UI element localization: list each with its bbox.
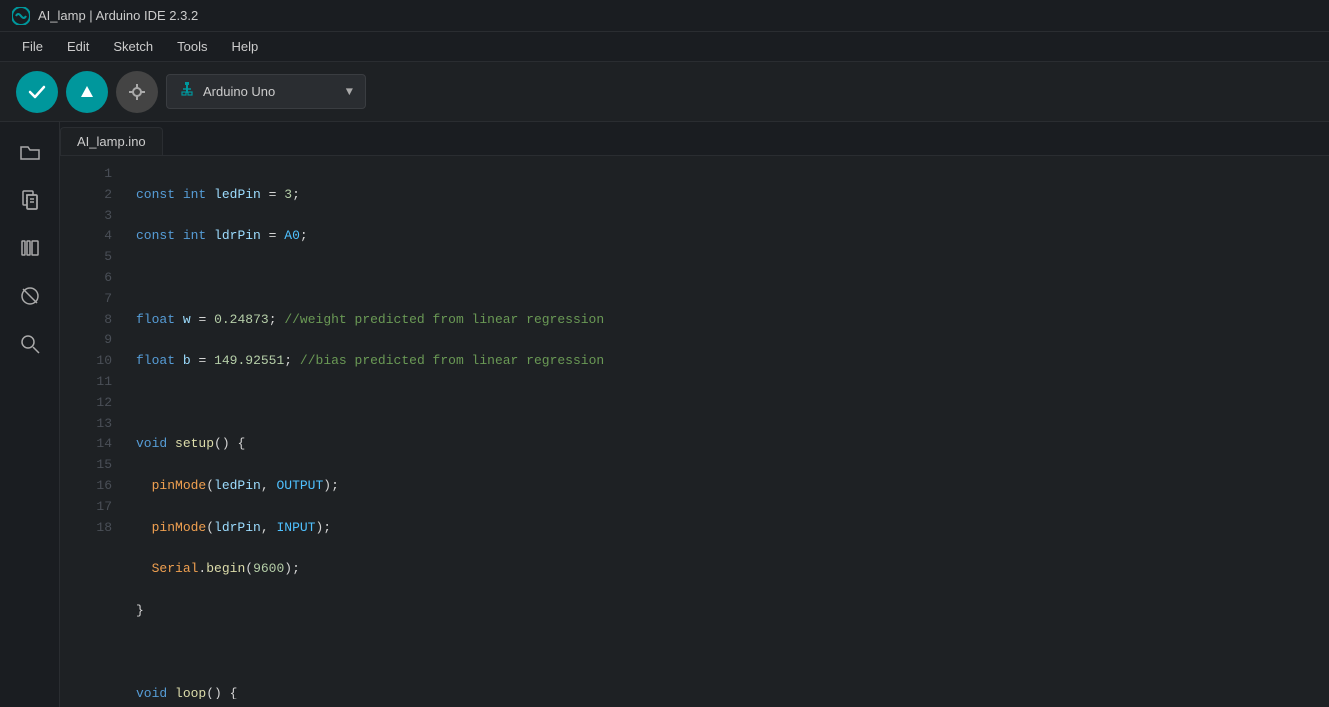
code-editor[interactable]: 1 2 3 4 5 6 7 8 9 10 11 12 13 14 15 16 1… [60, 156, 1329, 707]
sidebar [0, 122, 60, 707]
board-selector[interactable]: Arduino Uno ▼ [166, 74, 366, 109]
sidebar-files-icon[interactable] [12, 182, 48, 218]
menu-edit[interactable]: Edit [57, 35, 99, 58]
board-name: Arduino Uno [203, 84, 338, 99]
line-numbers: 1 2 3 4 5 6 7 8 9 10 11 12 13 14 15 16 1… [60, 164, 120, 699]
chevron-down-icon: ▼ [346, 85, 353, 99]
menu-help[interactable]: Help [221, 35, 268, 58]
editor-area: AI_lamp.ino 1 2 3 4 5 6 7 8 9 10 11 12 1… [60, 122, 1329, 707]
toolbar: Arduino Uno ▼ [0, 62, 1329, 122]
usb-icon [179, 81, 195, 102]
debug-button[interactable] [116, 71, 158, 113]
menu-tools[interactable]: Tools [167, 35, 217, 58]
code-content[interactable]: const int ledPin = 3; const int ldrPin =… [120, 164, 1329, 699]
verify-button[interactable] [16, 71, 58, 113]
sidebar-debug-icon[interactable] [12, 278, 48, 314]
upload-button[interactable] [66, 71, 108, 113]
app-logo [12, 7, 30, 25]
titlebar: AI_lamp | Arduino IDE 2.3.2 [0, 0, 1329, 32]
sidebar-folder-icon[interactable] [12, 134, 48, 170]
app-title: AI_lamp | Arduino IDE 2.3.2 [38, 8, 198, 23]
tab-bar: AI_lamp.ino [60, 122, 1329, 156]
menu-file[interactable]: File [12, 35, 53, 58]
editor-tab-main[interactable]: AI_lamp.ino [60, 127, 163, 155]
sidebar-search-icon[interactable] [12, 326, 48, 362]
menu-sketch[interactable]: Sketch [103, 35, 163, 58]
main-content: AI_lamp.ino 1 2 3 4 5 6 7 8 9 10 11 12 1… [0, 122, 1329, 707]
menubar: File Edit Sketch Tools Help [0, 32, 1329, 62]
sidebar-library-icon[interactable] [12, 230, 48, 266]
